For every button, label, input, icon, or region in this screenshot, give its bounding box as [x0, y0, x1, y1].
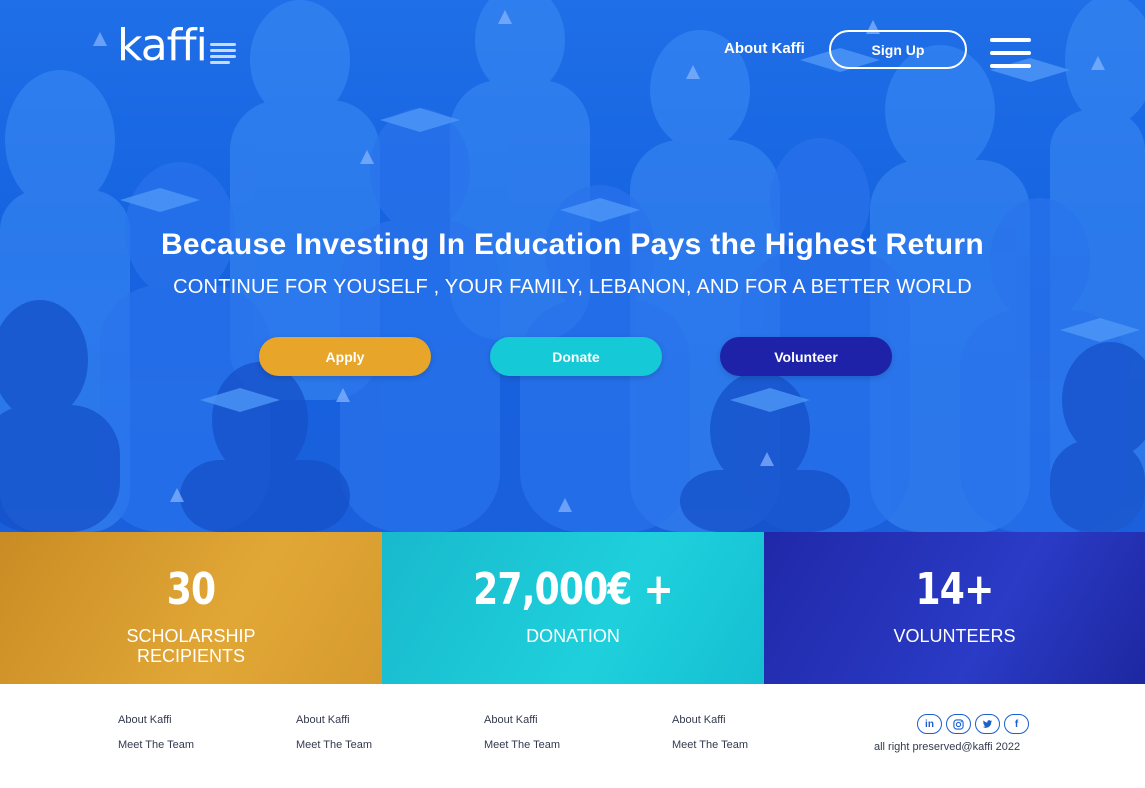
footer-link-team[interactable]: Meet The Team — [484, 739, 560, 751]
footer-link-about[interactable]: About Kaffi — [296, 714, 372, 726]
footer-link-about[interactable]: About Kaffi — [118, 714, 194, 726]
hero-subtitle: CONTINUE FOR YOUSELF , YOUR FAMILY, LEBA… — [173, 276, 972, 298]
hamburger-menu-icon[interactable] — [990, 38, 1031, 68]
footer-column: About Kaffi Meet The Team — [296, 714, 372, 751]
footer: About Kaffi Meet The Team About Kaffi Me… — [0, 684, 1145, 788]
stat-volunteers: 14+ VOLUNTEERS — [764, 532, 1145, 684]
footer-link-team[interactable]: Meet The Team — [118, 739, 194, 751]
footer-link-about[interactable]: About Kaffi — [672, 714, 748, 726]
kaffi-logo[interactable]: kaffi — [117, 24, 236, 68]
stat-label: SCHOLARSHIP RECIPIENTS — [126, 626, 256, 666]
social-links: in f — [917, 714, 1029, 734]
logo-wordmark: kaffi — [117, 20, 208, 71]
footer-column: About Kaffi Meet The Team — [484, 714, 560, 751]
footer-column: About Kaffi Meet The Team — [672, 714, 748, 751]
instagram-icon[interactable] — [946, 714, 971, 734]
footer-link-team[interactable]: Meet The Team — [296, 739, 372, 751]
footer-column: About Kaffi Meet The Team — [118, 714, 194, 751]
stat-value: 27,000€ + — [473, 564, 674, 615]
stat-value: 14+ — [915, 564, 994, 615]
hero-section: kaffi About Kaffi Sign Up Because Invest… — [0, 0, 1145, 532]
linkedin-icon[interactable]: in — [917, 714, 942, 734]
footer-link-team[interactable]: Meet The Team — [672, 739, 748, 751]
logo-bars-icon — [209, 43, 236, 64]
volunteer-button[interactable]: Volunteer — [720, 337, 892, 376]
stat-donation: 27,000€ + DONATION — [382, 532, 764, 684]
footer-link-about[interactable]: About Kaffi — [484, 714, 560, 726]
nav-about-link[interactable]: About Kaffi — [724, 40, 805, 57]
stats-strip: 30 SCHOLARSHIP RECIPIENTS 27,000€ + DONA… — [0, 532, 1145, 684]
stat-value: 30 — [166, 564, 216, 615]
copyright-text: all right preserved@kaffi 2022 — [874, 741, 1021, 753]
hero-title: Because Investing In Education Pays the … — [160, 228, 985, 261]
hero-background-illustration — [0, 0, 1145, 532]
stat-label: VOLUNTEERS — [893, 626, 1016, 646]
facebook-icon[interactable]: f — [1004, 714, 1029, 734]
stat-scholarship: 30 SCHOLARSHIP RECIPIENTS — [0, 532, 382, 684]
signup-button[interactable]: Sign Up — [829, 30, 967, 69]
donate-button[interactable]: Donate — [490, 337, 662, 376]
stat-label: DONATION — [526, 626, 620, 646]
apply-button[interactable]: Apply — [259, 337, 431, 376]
twitter-icon[interactable] — [975, 714, 1000, 734]
